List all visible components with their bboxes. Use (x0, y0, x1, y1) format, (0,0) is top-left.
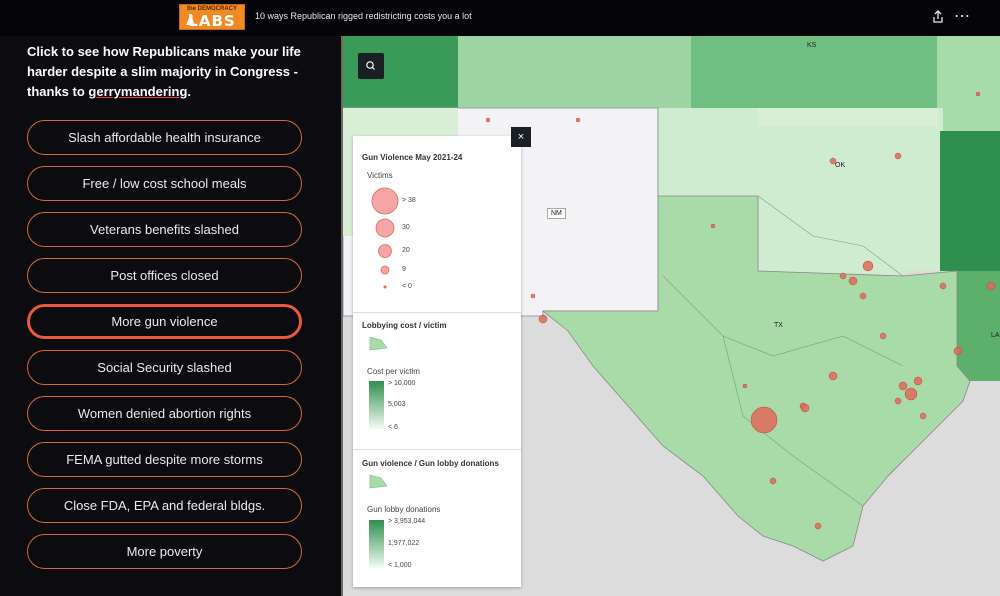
victim-point (919, 412, 927, 420)
map-search-button[interactable] (358, 53, 384, 79)
victim-point (953, 346, 963, 356)
legend-size-label: < 0 (402, 283, 412, 290)
legend-divider (353, 449, 521, 450)
topic-button[interactable]: Post offices closed (27, 258, 302, 293)
victim-point (879, 332, 887, 340)
state-label-tx: TX (774, 322, 783, 329)
intro-text-part2: . (187, 84, 192, 99)
victim-point (975, 91, 981, 97)
legend-divider (353, 312, 521, 313)
victim-point (575, 117, 581, 123)
legend-size-label: 9 (402, 266, 406, 273)
victim-point (814, 522, 822, 530)
victim-point (913, 376, 923, 386)
legend-title-lobbying-cost: Lobbying cost / victim (362, 321, 447, 330)
legend-subtitle-gun-lobby-donations: Gun lobby donations (367, 505, 441, 514)
state-label-ok: OK (835, 162, 846, 169)
legend-fill-swatch (369, 336, 388, 351)
arkansas-region (940, 131, 1000, 271)
legend-cost-tick: < 6 (388, 424, 398, 431)
legend-color-ramp-cost (369, 381, 384, 429)
state-label-nm: NM (547, 208, 566, 219)
democracy-labs-logo[interactable]: the DEMOCRACY LABS (179, 4, 245, 30)
share-icon[interactable] (930, 9, 946, 25)
search-icon (366, 61, 375, 70)
topic-button[interactable]: Women denied abortion rights (27, 396, 302, 431)
victim-point (894, 152, 902, 160)
victim-point (800, 403, 810, 413)
legend-color-ramp-donations (369, 520, 384, 568)
legend-donation-tick: 1,977,022 (388, 540, 420, 547)
missouri-region (937, 36, 1000, 131)
topic-button[interactable]: More gun violence (27, 304, 302, 339)
sidebar: Click to see how Republicans make your l… (0, 36, 342, 596)
page-title: 10 ways Republican rigged redistricting … (255, 11, 472, 21)
legend-size-circle-38 (371, 187, 399, 215)
topic-button[interactable]: More poverty (27, 534, 302, 569)
legend-donation-tick: > 3,953,044 (388, 518, 426, 525)
victim-point (710, 223, 716, 229)
legend-size-symbols (371, 187, 399, 289)
legend-subtitle-cost-per-victim: Cost per victim (367, 367, 420, 376)
top-bar: the DEMOCRACY LABS 10 ways Republican ri… (0, 0, 1000, 36)
victim-point (769, 477, 777, 485)
state-label-la: LA (991, 332, 1000, 339)
legend-donation-tick: < 1,000 (388, 562, 412, 569)
map-view[interactable]: KS OK NM TX LA Gun Violence May 2021-24 … (343, 36, 1000, 596)
victim-point (485, 117, 491, 123)
topic-button[interactable]: Close FDA, EPA and federal bldgs. (27, 488, 302, 523)
legend-title-gun-violence: Gun Violence May 2021-24 (362, 153, 463, 162)
victim-point (862, 260, 874, 272)
victim-point (904, 387, 918, 401)
legend-subtitle-victims: Victims (367, 171, 393, 180)
victim-point (848, 276, 858, 286)
topic-button[interactable]: Slash affordable health insurance (27, 120, 302, 155)
topic-button[interactable]: Social Security slashed (27, 350, 302, 385)
topic-button[interactable]: FEMA gutted despite more storms (27, 442, 302, 477)
victim-point (859, 292, 867, 300)
logo-big-text: LABS (188, 12, 236, 30)
victim-point (839, 272, 847, 280)
victim-point (939, 282, 947, 290)
gerrymandering-link[interactable]: gerrymandering (88, 84, 187, 99)
legend-title-gun-lobby: Gun violence / Gun lobby donations (362, 459, 499, 468)
intro-text: Click to see how Republicans make your l… (27, 42, 327, 102)
victim-point (986, 281, 996, 291)
legend-size-label: 30 (402, 224, 410, 231)
legend-fill-swatch (369, 474, 388, 489)
topic-button[interactable]: Free / low cost school meals (27, 166, 302, 201)
legend-size-label: 20 (402, 247, 410, 254)
victim-point (538, 314, 548, 324)
legend-close-button[interactable]: × (511, 127, 531, 147)
legend-size-circle-9 (380, 265, 390, 275)
topic-button[interactable]: Veterans benefits slashed (27, 212, 302, 247)
legend-size-circle-20 (378, 244, 392, 258)
map-legend-panel: Gun Violence May 2021-24 Victims > 38 30… (353, 136, 521, 587)
legend-cost-tick: > 10,000 (388, 380, 416, 387)
state-label-ks: KS (807, 42, 817, 49)
victim-point-large (750, 406, 778, 434)
legend-size-circle-30 (375, 218, 395, 238)
legend-size-circle-0 (383, 285, 387, 289)
victim-point (828, 371, 838, 381)
oklahoma-north-band (758, 108, 938, 126)
victim-point (530, 293, 536, 299)
victim-point (894, 397, 902, 405)
legend-cost-tick: 5,003 (388, 401, 406, 408)
more-options-icon[interactable]: ⋯ (954, 6, 971, 26)
victim-point (742, 383, 748, 389)
legend-size-label: > 38 (402, 197, 416, 204)
victim-point (898, 381, 908, 391)
